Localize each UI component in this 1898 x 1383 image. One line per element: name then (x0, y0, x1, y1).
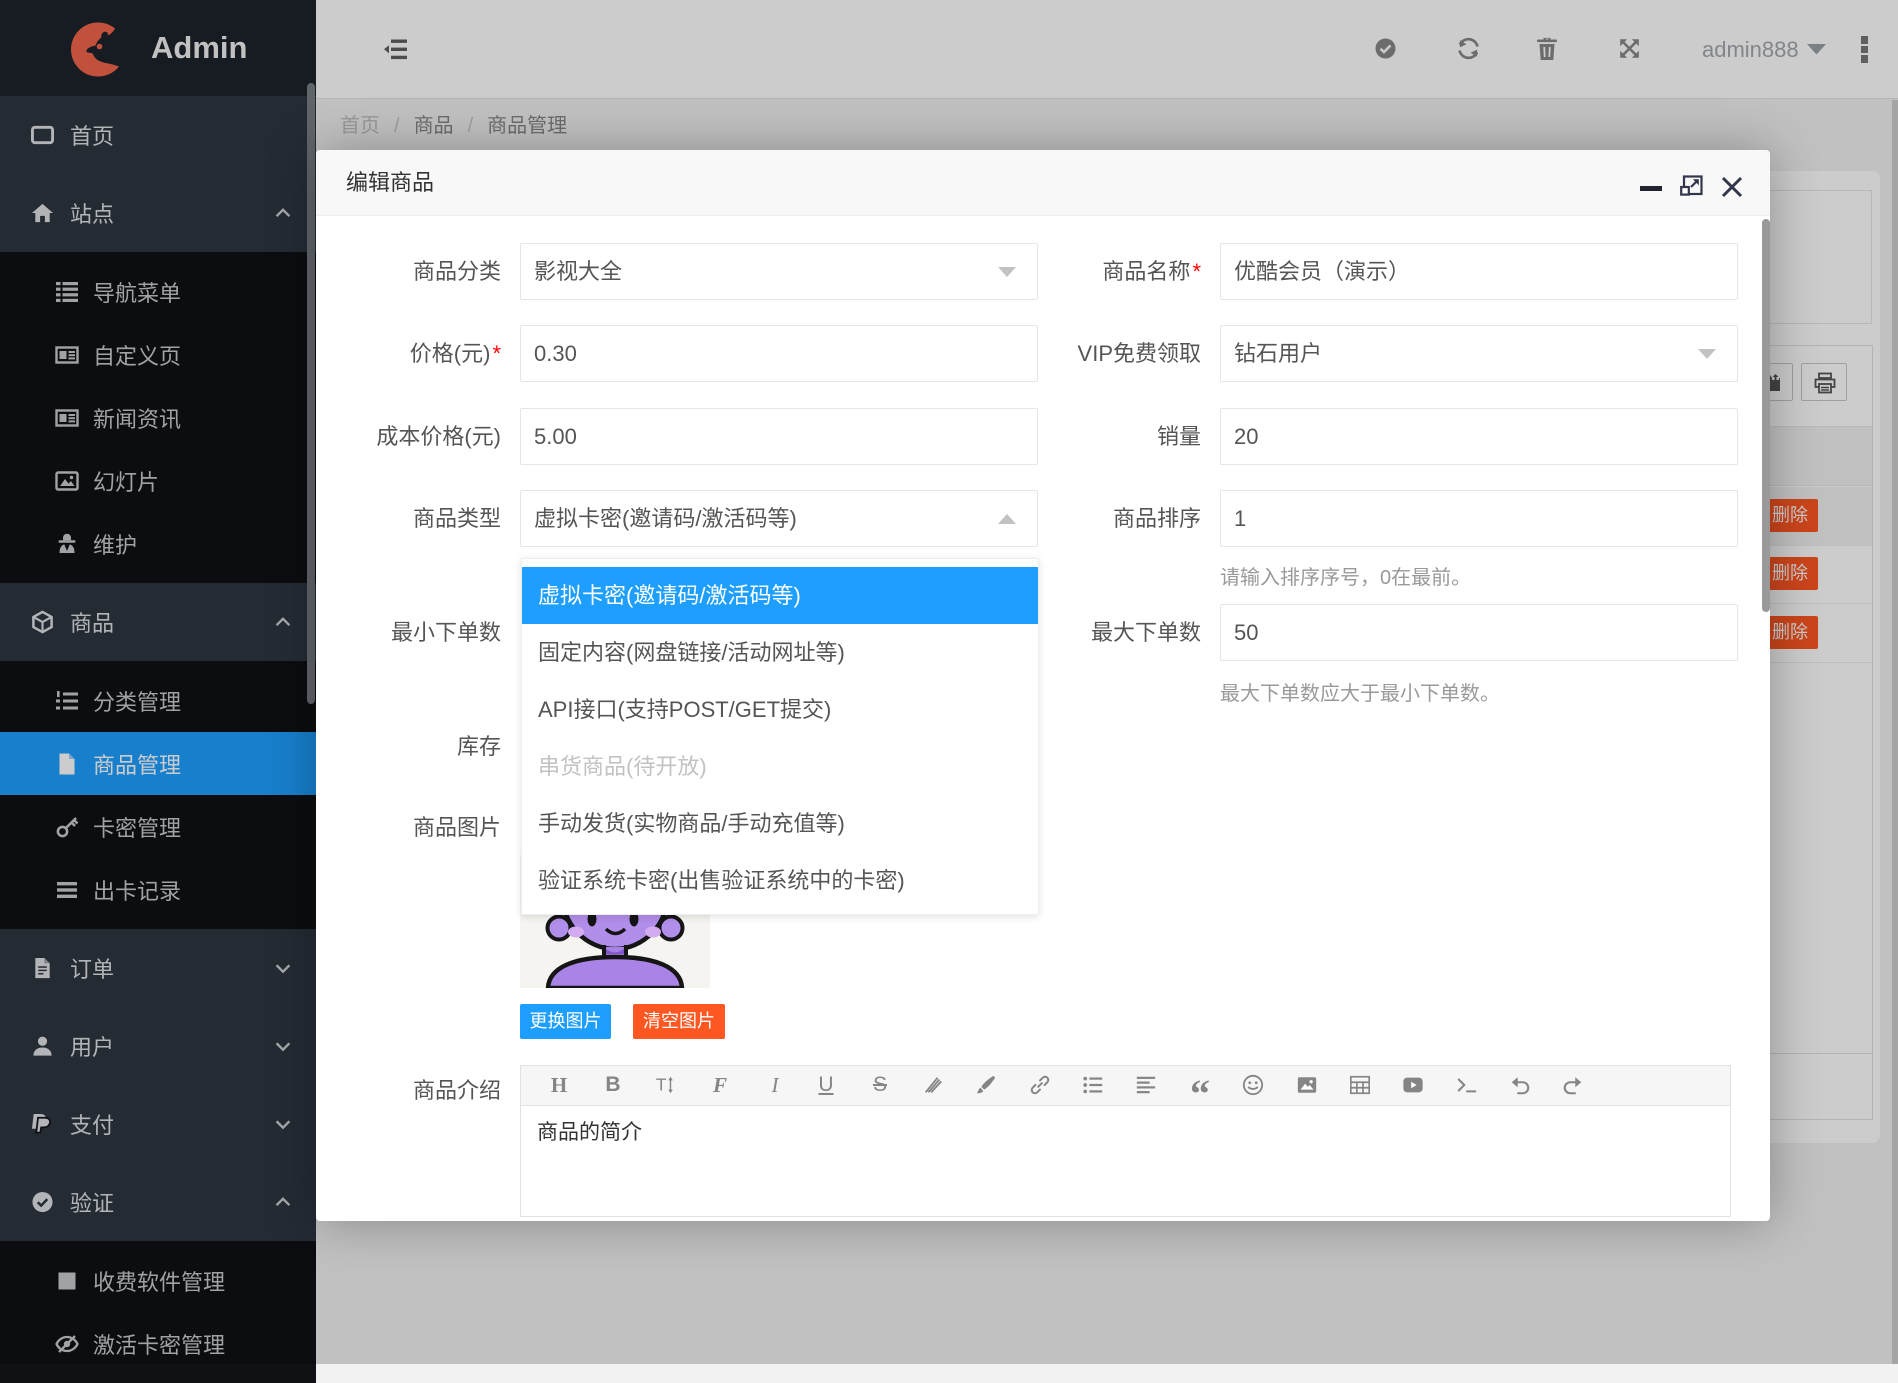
svg-text:T: T (656, 1075, 667, 1095)
